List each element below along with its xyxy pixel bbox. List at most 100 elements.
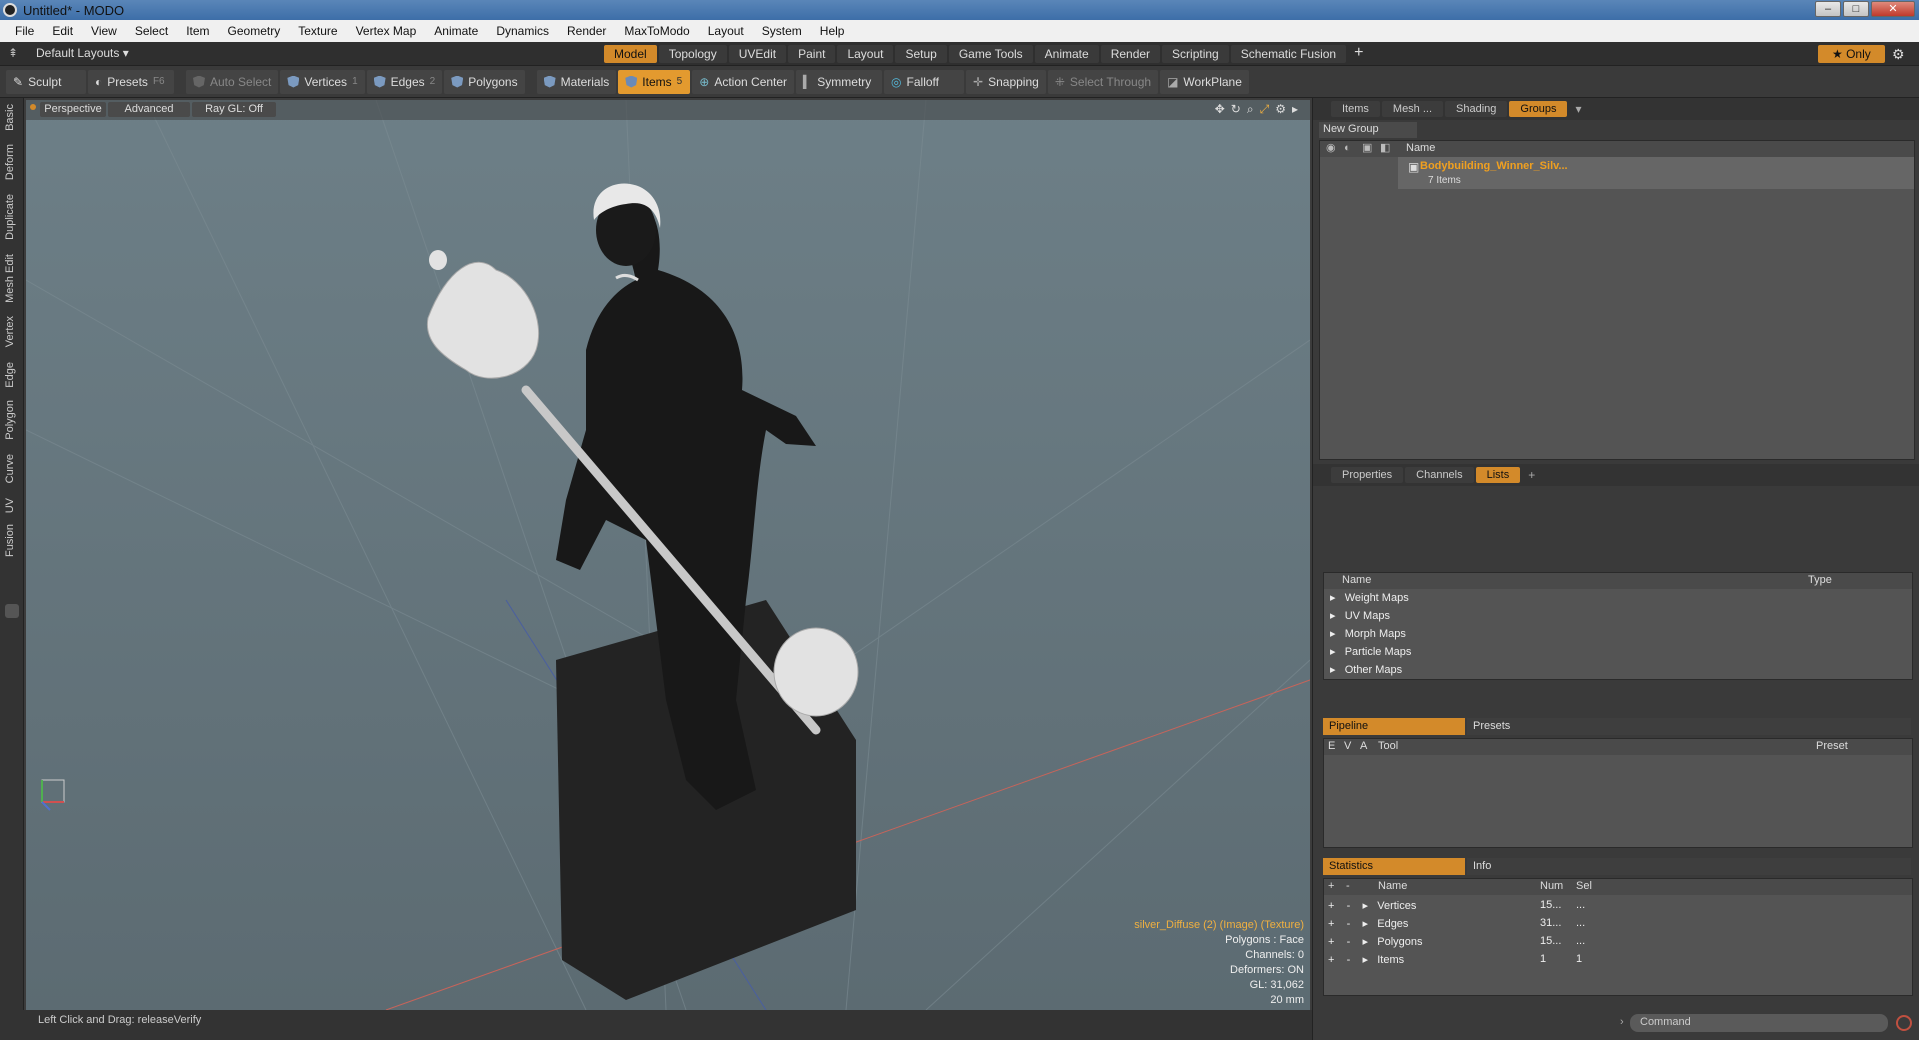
workplane-button[interactable]: ◪ WorkPlane xyxy=(1160,69,1249,94)
items-button[interactable]: Items 5 xyxy=(618,69,691,94)
vertices-button[interactable]: Vertices 1 xyxy=(280,69,365,94)
tab-render[interactable]: Render xyxy=(1100,45,1161,63)
tab-schematic-fusion[interactable]: Schematic Fusion xyxy=(1230,45,1347,63)
sculpt-button[interactable]: ✎ Sculpt xyxy=(6,69,86,94)
select-through-button[interactable]: ⁜ Select Through xyxy=(1047,69,1159,94)
render-column-icon[interactable]: ◐ xyxy=(1344,141,1351,156)
falloff-button[interactable]: ◎ Falloff xyxy=(884,69,965,94)
record-icon[interactable] xyxy=(1896,1015,1912,1031)
3d-viewport[interactable]: Perspective Advanced Ray GL: Off ✥ ↻ ⌕ ⤢… xyxy=(26,100,1310,1010)
tab-groups[interactable]: Groups xyxy=(1509,101,1568,117)
menu-item[interactable]: Item xyxy=(177,24,218,38)
left-tab-edge[interactable]: Edge xyxy=(4,362,16,388)
tab-paint[interactable]: Paint xyxy=(788,45,836,63)
menu-maxtomodo[interactable]: MaxToModo xyxy=(615,24,698,38)
rotate-view-icon[interactable]: ↻ xyxy=(1231,102,1241,117)
tab-model[interactable]: Model xyxy=(604,45,657,63)
tab-statistics[interactable]: Statistics xyxy=(1323,858,1465,875)
maximize-button[interactable]: □ xyxy=(1843,1,1869,17)
menu-system[interactable]: System xyxy=(753,24,811,38)
tab-uvedit[interactable]: UVEdit xyxy=(728,45,787,63)
menu-dynamics[interactable]: Dynamics xyxy=(487,24,558,38)
left-tab-vertex[interactable]: Vertex xyxy=(4,316,16,347)
left-tab-mesh-edit[interactable]: Mesh Edit xyxy=(4,254,16,303)
zoom-view-icon[interactable]: ⌕ xyxy=(1247,102,1254,117)
lock-column-icon[interactable]: ▣ xyxy=(1362,141,1372,156)
left-tab-uv[interactable]: UV xyxy=(4,498,16,513)
tabs-dropdown-icon[interactable]: ▾ xyxy=(1575,102,1581,116)
tab-scripting[interactable]: Scripting xyxy=(1162,45,1229,63)
visibility-column-icon[interactable]: ◉ xyxy=(1326,141,1336,156)
layout-arrow-icon[interactable]: ⇞ xyxy=(8,46,18,60)
tab-shading[interactable]: Shading xyxy=(1445,101,1508,117)
menu-layout[interactable]: Layout xyxy=(699,24,753,38)
presets-button[interactable]: ◐ Presets F6 xyxy=(88,69,174,94)
tab-presets[interactable]: Presets xyxy=(1467,718,1911,735)
list-item[interactable]: ▸ Other Maps xyxy=(1330,663,1402,676)
advanced-button[interactable]: Advanced xyxy=(108,102,190,117)
layout-selector[interactable]: Default Layouts ▾ xyxy=(36,46,129,60)
tab-mesh[interactable]: Mesh ... xyxy=(1381,101,1444,117)
only-button[interactable]: ★ Only xyxy=(1818,45,1885,63)
materials-button[interactable]: Materials xyxy=(536,69,617,94)
polygons-button[interactable]: Polygons xyxy=(444,69,525,94)
tab-layout[interactable]: Layout xyxy=(837,45,894,63)
left-tab-basic[interactable]: Basic xyxy=(4,104,16,131)
tab-info[interactable]: Info xyxy=(1467,858,1911,875)
menu-select[interactable]: Select xyxy=(126,24,177,38)
left-tab-fusion[interactable]: Fusion xyxy=(4,524,16,557)
menu-animate[interactable]: Animate xyxy=(425,24,487,38)
menu-file[interactable]: File xyxy=(6,24,43,38)
menu-geometry[interactable]: Geometry xyxy=(219,24,290,38)
move-view-icon[interactable]: ✥ xyxy=(1215,102,1225,117)
new-group-button[interactable]: New Group xyxy=(1319,122,1417,138)
tab-items[interactable]: Items xyxy=(1331,101,1380,117)
left-tab-polygon[interactable]: Polygon xyxy=(4,400,16,440)
list-item[interactable]: ▸ Particle Maps xyxy=(1330,645,1411,658)
tab-pipeline[interactable]: Pipeline xyxy=(1323,718,1465,735)
select-column-icon[interactable]: ◧ xyxy=(1380,141,1390,156)
tab-lists[interactable]: Lists xyxy=(1475,467,1521,483)
list-item[interactable]: ▸ Morph Maps xyxy=(1330,627,1406,640)
strip-toggle-icon[interactable] xyxy=(5,604,19,618)
list-item[interactable]: ▸ UV Maps xyxy=(1330,609,1390,622)
perspective-button[interactable]: Perspective xyxy=(40,102,106,117)
viewport-expand-icon[interactable]: ▸ xyxy=(1292,102,1298,117)
tab-topology[interactable]: Topology xyxy=(658,45,727,63)
table-row[interactable]: + - ▸ Edges 31...... xyxy=(1328,917,1608,930)
edges-button[interactable]: Edges 2 xyxy=(366,69,443,94)
tab-properties[interactable]: Properties xyxy=(1331,467,1404,483)
gear-icon[interactable]: ⚙ xyxy=(1892,46,1905,63)
command-expand-icon[interactable]: › xyxy=(1620,1016,1624,1028)
left-tab-deform[interactable]: Deform xyxy=(4,144,16,180)
stats-remove-all-icon[interactable]: - xyxy=(1346,879,1350,894)
table-row[interactable]: + - ▸ Items 1 1 xyxy=(1328,953,1608,966)
symmetry-button[interactable]: ▍ Symmetry xyxy=(796,69,883,94)
table-row[interactable]: + - ▸ Polygons 15...... xyxy=(1328,935,1608,948)
tab-animate[interactable]: Animate xyxy=(1034,45,1099,63)
viewport-settings-icon[interactable]: ⚙ xyxy=(1275,102,1286,117)
fit-view-icon[interactable]: ⤢ xyxy=(1260,102,1270,117)
close-button[interactable]: ✕ xyxy=(1871,1,1915,17)
menu-vertex-map[interactable]: Vertex Map xyxy=(347,24,426,38)
left-tab-duplicate[interactable]: Duplicate xyxy=(4,194,16,240)
table-row[interactable]: + - ▸ Vertices 15...... xyxy=(1328,899,1608,912)
action-center-button[interactable]: ⊕ Action Center xyxy=(692,69,795,94)
raygl-button[interactable]: Ray GL: Off xyxy=(192,102,276,117)
command-input[interactable]: Command xyxy=(1630,1014,1888,1032)
tab-setup[interactable]: Setup xyxy=(895,45,947,63)
add-tab-button[interactable]: + xyxy=(1348,45,1369,63)
viewport-menu-icon[interactable] xyxy=(30,104,36,110)
minimize-button[interactable]: – xyxy=(1815,1,1841,17)
list-item[interactable]: ▸ Weight Maps xyxy=(1330,591,1409,604)
group-row[interactable]: ▣ Bodybuilding_Winner_Silv... 7 Items xyxy=(1398,157,1914,189)
menu-view[interactable]: View xyxy=(82,24,126,38)
menu-render[interactable]: Render xyxy=(558,24,615,38)
menu-texture[interactable]: Texture xyxy=(289,24,346,38)
tab-game-tools[interactable]: Game Tools xyxy=(948,45,1033,63)
menu-help[interactable]: Help xyxy=(811,24,854,38)
tab-channels[interactable]: Channels xyxy=(1405,467,1474,483)
left-tab-curve[interactable]: Curve xyxy=(4,454,16,483)
stats-add-all-icon[interactable]: + xyxy=(1328,879,1334,894)
add-panel-icon[interactable]: + xyxy=(1528,468,1535,482)
